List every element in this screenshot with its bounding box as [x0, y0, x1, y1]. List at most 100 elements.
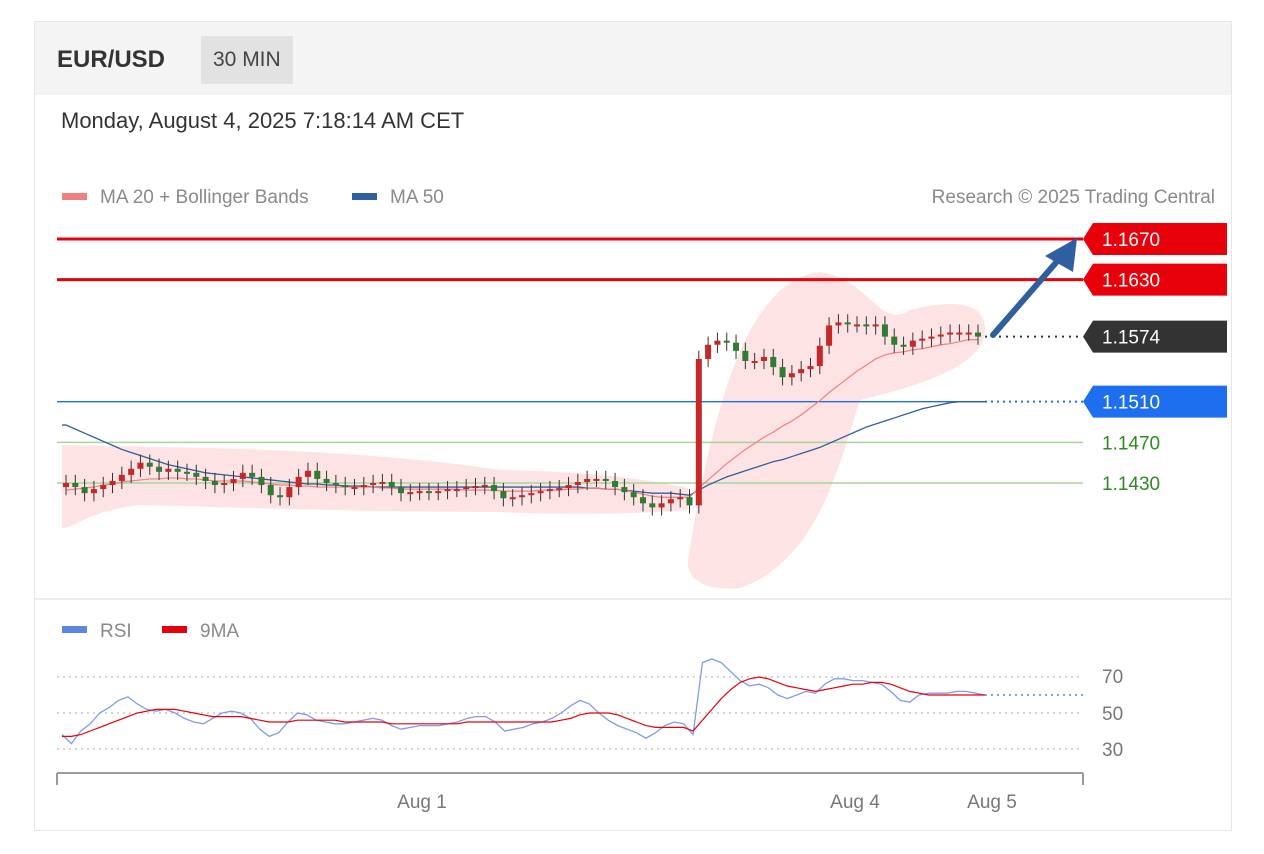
candle-body — [342, 485, 349, 488]
candle-body — [174, 468, 181, 472]
candle-body — [760, 356, 767, 361]
candle-body — [733, 342, 740, 351]
candle-body — [928, 336, 935, 339]
candle-body — [258, 476, 265, 486]
candle-body — [574, 481, 581, 486]
candle-body — [537, 491, 544, 494]
candle-body — [156, 466, 163, 472]
candle-body — [742, 350, 749, 361]
level-label-1-1510: 1.1510 — [1102, 393, 1160, 414]
level-label-1-1430: 1.1430 — [1102, 474, 1160, 495]
candle-body — [965, 332, 972, 335]
candle-body — [621, 487, 628, 493]
candle-body — [881, 324, 888, 337]
candle-body — [826, 325, 833, 346]
candle-body — [453, 489, 460, 492]
legend-label-ma50: MA 50 — [390, 187, 444, 208]
candle-body — [937, 334, 944, 337]
candle-body — [249, 472, 256, 477]
candle-body — [919, 338, 926, 341]
legend-label-rsi: RSI — [100, 621, 132, 642]
candle-body — [667, 499, 674, 504]
x-label-aug-1: Aug 1 — [397, 792, 447, 813]
candle-body — [779, 367, 786, 378]
legend-swatch-ma20 — [62, 193, 87, 200]
candle-body — [751, 361, 758, 363]
candle-body — [230, 478, 237, 483]
candle-body — [844, 322, 851, 325]
candle-body — [323, 478, 330, 483]
candle-body — [854, 324, 861, 327]
candle-body — [211, 480, 218, 486]
candle-body — [463, 487, 470, 490]
candle-body — [444, 489, 451, 492]
candle-body — [332, 483, 339, 486]
legend-label-9ma: 9MA — [200, 621, 239, 642]
rsi-legend: RSI 9MA — [62, 621, 239, 642]
candle-body — [872, 324, 879, 327]
candle-body — [388, 481, 395, 488]
price-legend: MA 20 + Bollinger Bands MA 50 — [62, 187, 444, 208]
legend-swatch-rsi — [62, 626, 87, 633]
candle-body — [435, 491, 442, 494]
candle-body — [193, 472, 200, 477]
candle-body — [658, 503, 665, 508]
rsi-axis-30: 30 — [1102, 740, 1123, 761]
candle-body — [630, 492, 637, 498]
candle-body — [63, 483, 69, 488]
candle-body — [891, 336, 898, 345]
rsi-axis-70: 70 — [1102, 667, 1123, 688]
candle-body — [500, 491, 507, 499]
candle-body — [956, 332, 963, 335]
candle-body — [146, 462, 153, 467]
candle-body — [183, 471, 190, 474]
candle-body — [677, 497, 684, 500]
candle-body — [267, 485, 274, 496]
candle-body — [118, 474, 125, 481]
candle-body — [137, 462, 144, 469]
arrow-shaft — [990, 255, 1063, 338]
bollinger-band-high — [687, 272, 985, 589]
candle-body — [863, 324, 870, 327]
candle-body — [128, 468, 135, 475]
candle-body — [705, 344, 712, 359]
candle-body — [807, 366, 814, 370]
price-chart: MA 20 + Bollinger Bands MA 50 Research ©… — [35, 187, 1232, 813]
candle-body — [481, 485, 488, 488]
time-axis: Aug 1 Aug 4 Aug 5 — [56, 772, 1084, 813]
candle-body — [528, 493, 535, 496]
x-label-aug-4: Aug 4 — [830, 792, 880, 813]
candle-body — [909, 340, 916, 347]
candle-body — [491, 485, 498, 492]
candle-body — [900, 344, 907, 347]
candle-body — [398, 487, 405, 494]
candle-body — [100, 485, 107, 490]
candle-body — [546, 489, 553, 492]
candle-body — [81, 487, 88, 494]
candle-body — [109, 480, 116, 486]
candle-body — [425, 491, 432, 494]
candle-body — [556, 488, 563, 491]
candle-body — [351, 487, 358, 490]
x-label-aug-5: Aug 5 — [967, 792, 1017, 813]
candle-body — [593, 478, 600, 481]
candle-body — [584, 478, 591, 482]
research-credit: Research © 2025 Trading Central — [932, 187, 1215, 208]
candle-body — [314, 470, 321, 479]
level-label-1-1574: 1.1574 — [1102, 328, 1161, 349]
candle-body — [509, 497, 516, 500]
level-label-1-1670: 1.1670 — [1102, 230, 1160, 251]
candle-body — [165, 468, 172, 472]
candle-body — [649, 503, 656, 508]
level-label-1-1630: 1.1630 — [1102, 271, 1160, 292]
candle-body — [695, 358, 702, 506]
candle-body — [565, 485, 572, 489]
rsi-grid — [57, 676, 1083, 750]
candle-body — [975, 332, 981, 337]
candle-body — [602, 478, 609, 481]
candle-body — [72, 483, 79, 488]
legend-label-ma20: MA 20 + Bollinger Bands — [100, 187, 309, 208]
candle-body — [379, 481, 386, 484]
candle-body — [947, 332, 954, 335]
candle-body — [416, 491, 423, 494]
